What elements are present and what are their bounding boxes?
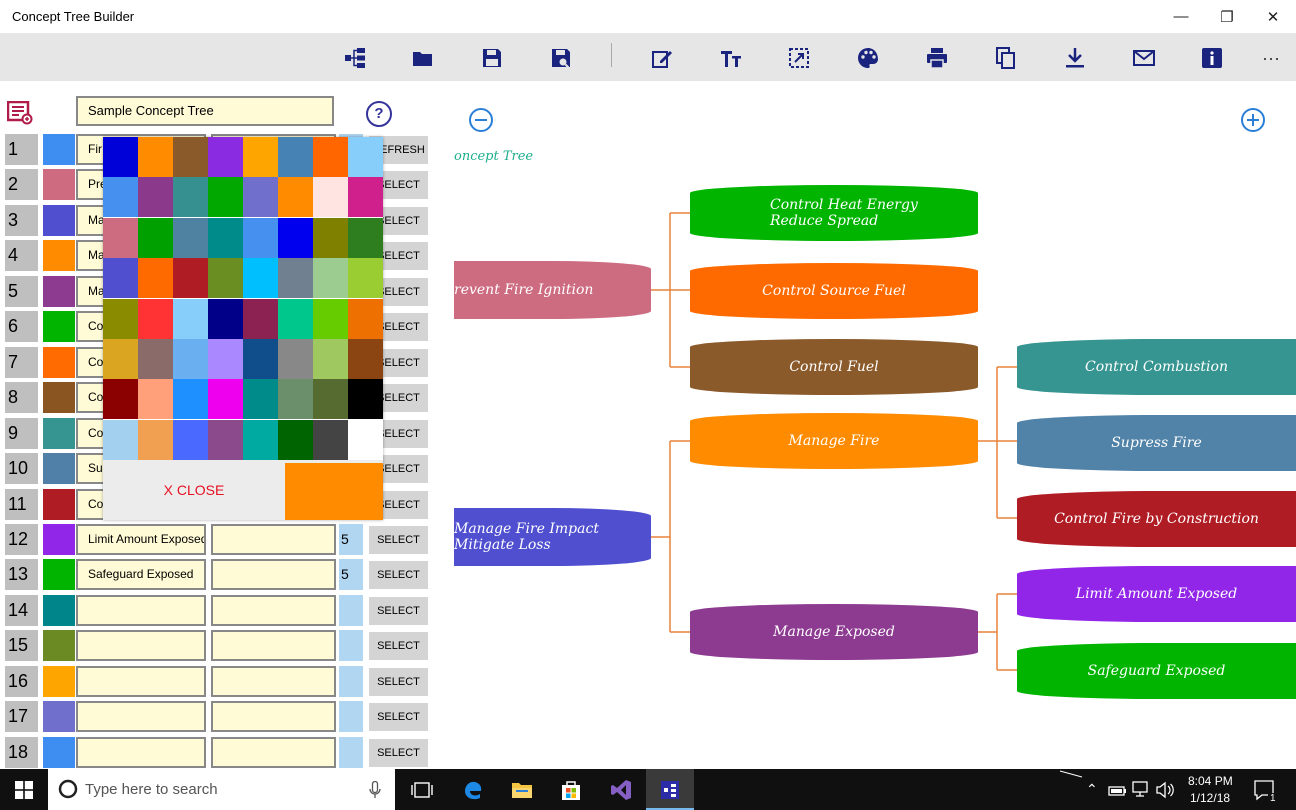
task-view-button[interactable] (398, 769, 446, 810)
node-label: revent Fire Ignition (454, 282, 594, 298)
file-explorer-button[interactable] (498, 769, 546, 810)
clock-time[interactable]: 8:04 PM (1188, 774, 1233, 788)
node-label: Manage Fire (788, 433, 880, 449)
visual-studio-icon (611, 779, 631, 800)
node-safeguard-exposed[interactable]: Safeguard Exposed (1017, 643, 1296, 699)
edge-button[interactable] (449, 769, 497, 810)
node-control-combustion[interactable]: Control Combustion (1017, 339, 1296, 395)
taskbar: Type here to search ⌃ 8:04 PM 1/12/18 1 (0, 769, 1296, 810)
node-label: Control Combustion (1085, 359, 1228, 375)
volume-icon[interactable] (1155, 781, 1175, 799)
node-limit-amount-exposed[interactable]: Limit Amount Exposed (1017, 566, 1296, 622)
microphone-icon[interactable] (369, 781, 381, 799)
notification-count: 1 (1268, 793, 1278, 804)
node-control-fuel[interactable]: Control Fuel (690, 339, 978, 395)
tray-chevron-icon[interactable]: ⌃ (1086, 781, 1098, 798)
node-label-line2: Mitigate Loss (454, 537, 551, 553)
node-label: Supress Fire (1111, 435, 1202, 451)
node-label-line2: Reduce Spread (770, 213, 879, 229)
connector-impact (651, 440, 690, 633)
windows-logo-icon (15, 780, 33, 799)
network-icon[interactable] (1132, 781, 1152, 799)
store-icon (562, 780, 580, 800)
node-label: Manage Exposed (773, 624, 895, 640)
node-control-heat-energy[interactable]: Control Heat Energy Reduce Spread (690, 185, 978, 241)
clock-date[interactable]: 1/12/18 (1190, 791, 1230, 805)
edge-icon (465, 781, 482, 799)
node-manage-fire[interactable]: Manage Fire (690, 413, 978, 469)
search-placeholder: Type here to search (85, 781, 218, 798)
node-label: Control Fire by Construction (1054, 511, 1259, 527)
app-icon (661, 780, 679, 799)
folder-icon (512, 782, 532, 798)
connector-prevent (651, 212, 690, 368)
node-label-line1: Manage Fire Impact (454, 521, 599, 537)
node-label: Control Fuel (789, 359, 879, 375)
node-label: Safeguard Exposed (1087, 663, 1226, 679)
battery-icon[interactable] (1108, 782, 1128, 798)
visual-studio-button[interactable] (597, 769, 645, 810)
node-manage-exposed[interactable]: Manage Exposed (690, 604, 978, 660)
node-label-line1: Control Heat Energy (770, 197, 918, 213)
node-control-source-fuel[interactable]: Control Source Fuel (690, 263, 978, 319)
node-prevent-fire-ignition[interactable]: revent Fire Ignition (454, 261, 651, 319)
node-control-fire-by-construction[interactable]: Control Fire by Construction (1017, 491, 1296, 547)
store-button[interactable] (547, 769, 595, 810)
taskbar-search[interactable]: Type here to search (48, 769, 395, 810)
show-hidden-icon (1059, 770, 1083, 778)
connector-manage-exposed (978, 593, 1017, 671)
cortana-icon (58, 779, 78, 799)
node-label: Control Source Fuel (762, 283, 906, 299)
node-label: Limit Amount Exposed (1075, 586, 1238, 602)
concept-tree-taskbar-button[interactable] (646, 769, 694, 810)
node-manage-fire-impact[interactable]: Manage Fire Impact Mitigate Loss (454, 508, 651, 566)
node-supress-fire[interactable]: Supress Fire (1017, 415, 1296, 471)
connector-manage-fire (978, 366, 1017, 519)
task-view-icon (411, 781, 433, 798)
start-button[interactable] (0, 769, 48, 810)
